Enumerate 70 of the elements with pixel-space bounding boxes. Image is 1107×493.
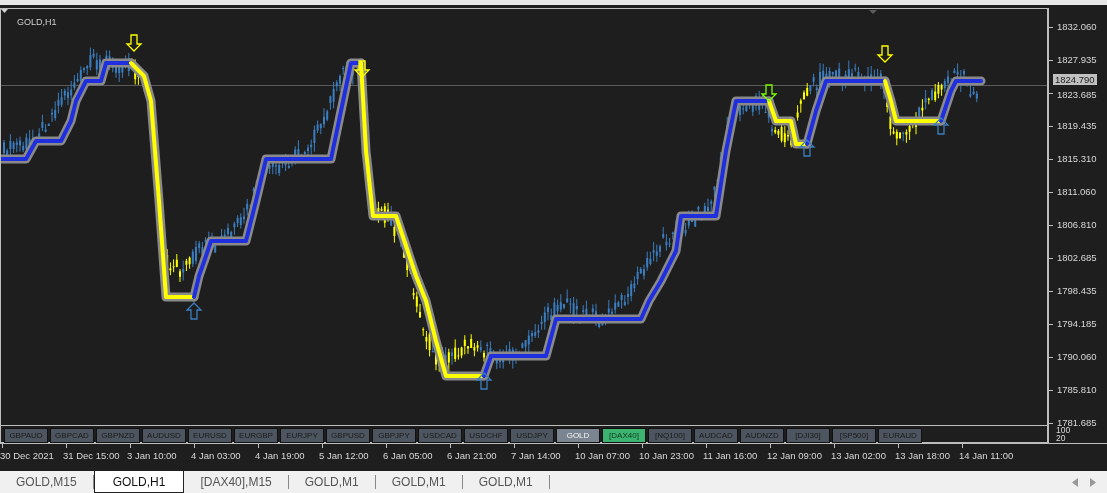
time-label: 11 Jan 16:00 xyxy=(703,450,758,461)
symbol-button[interactable]: [NQ100] xyxy=(648,428,692,443)
symbol-button[interactable]: GBPAUD xyxy=(4,428,48,443)
symbol-button[interactable]: AUDNZD xyxy=(740,428,784,443)
time-label: 6 Jan 21:00 xyxy=(447,450,497,461)
chart-tab[interactable]: GOLD,H1 xyxy=(93,471,185,493)
shift-marker-icon xyxy=(869,10,877,14)
price-label: 1798.435 xyxy=(1057,285,1097,296)
time-label: 5 Jan 12:00 xyxy=(319,450,369,461)
symbol-button[interactable]: EURUSD xyxy=(188,428,232,443)
up-arrow-icon xyxy=(475,372,493,390)
symbol-button[interactable]: [SP500] xyxy=(832,428,876,443)
symbol-button[interactable]: AUDUSD xyxy=(142,428,186,443)
time-label: 3 Jan 10:00 xyxy=(127,450,177,461)
time-label: 31 Dec 15:00 xyxy=(63,450,120,461)
down-arrow-icon xyxy=(760,84,778,102)
time-label: 30 Dec 2021 xyxy=(0,450,54,461)
indicator-level-label: 100 xyxy=(1056,426,1071,434)
price-label: 1790.060 xyxy=(1057,351,1097,362)
time-label: 13 Jan 18:00 xyxy=(895,450,950,461)
chart-tab[interactable]: GOLD,M1 xyxy=(375,475,463,489)
price-label: 1802.685 xyxy=(1057,252,1097,263)
chart-tab[interactable]: GOLD,M15 xyxy=(0,475,94,489)
symbol-button[interactable]: USDCAD xyxy=(418,428,462,443)
down-arrow-icon xyxy=(353,60,371,78)
chart-tab[interactable]: GOLD,M1 xyxy=(462,475,550,489)
price-label: 1811.060 xyxy=(1057,186,1096,197)
up-arrow-icon xyxy=(932,117,950,135)
time-label: 6 Jan 05:00 xyxy=(383,450,433,461)
symbol-button[interactable]: USDCHF xyxy=(464,428,508,443)
price-label: 1781.685 xyxy=(1057,417,1097,428)
time-label: 10 Jan 07:00 xyxy=(575,450,630,461)
price-label: 1827.935 xyxy=(1057,54,1097,65)
price-label: 1785.810 xyxy=(1057,384,1097,395)
scroll-left-icon[interactable] xyxy=(1072,478,1078,487)
symbol-button[interactable]: GBPNZD xyxy=(96,428,140,443)
symbol-button[interactable]: GBPJPY xyxy=(372,428,416,443)
symbol-button[interactable]: EURGBP xyxy=(234,428,278,443)
symbol-button[interactable]: USDJPY xyxy=(510,428,554,443)
down-arrow-icon xyxy=(876,45,894,63)
chart-title: GOLD,H1 xyxy=(17,17,57,27)
dropdown-icon[interactable] xyxy=(1,9,8,13)
price-label: 1815.310 xyxy=(1057,153,1097,164)
time-label: 4 Jan 03:00 xyxy=(191,450,241,461)
price-label: 1823.685 xyxy=(1057,89,1097,100)
up-arrow-icon xyxy=(798,139,816,157)
down-arrow-icon xyxy=(125,34,143,52)
price-label: 1794.185 xyxy=(1057,318,1097,329)
symbol-button[interactable]: EURJPY xyxy=(280,428,324,443)
price-label: 1819.435 xyxy=(1057,120,1097,131)
symbol-button[interactable]: GBPCAD xyxy=(50,428,94,443)
symbol-button[interactable]: GOLD xyxy=(556,428,600,443)
time-label: 7 Jan 14:00 xyxy=(511,450,561,461)
price-label: 1832.060 xyxy=(1057,21,1097,32)
scroll-right-icon[interactable] xyxy=(1090,478,1096,487)
time-label: 13 Jan 02:00 xyxy=(831,450,886,461)
symbol-button[interactable]: EURAUD xyxy=(878,428,922,443)
symbol-button[interactable]: [DAX40] xyxy=(602,428,646,443)
price-label: 1806.810 xyxy=(1057,219,1097,230)
chart-tab[interactable]: GOLD,M1 xyxy=(288,475,376,489)
time-label: 4 Jan 19:00 xyxy=(255,450,305,461)
symbol-button[interactable]: GBPUSD xyxy=(326,428,370,443)
symbol-button[interactable]: AUDCAD xyxy=(694,428,738,443)
chart-tab[interactable]: [DAX40],M15 xyxy=(184,475,289,489)
up-arrow-icon xyxy=(185,302,203,320)
time-label: 14 Jan 11:00 xyxy=(959,450,1014,461)
current-price-label: 1824.790 xyxy=(1053,74,1097,85)
indicator-level-label: 20 xyxy=(1056,434,1066,442)
time-label: 12 Jan 09:00 xyxy=(767,450,822,461)
time-label: 10 Jan 23:00 xyxy=(639,450,694,461)
